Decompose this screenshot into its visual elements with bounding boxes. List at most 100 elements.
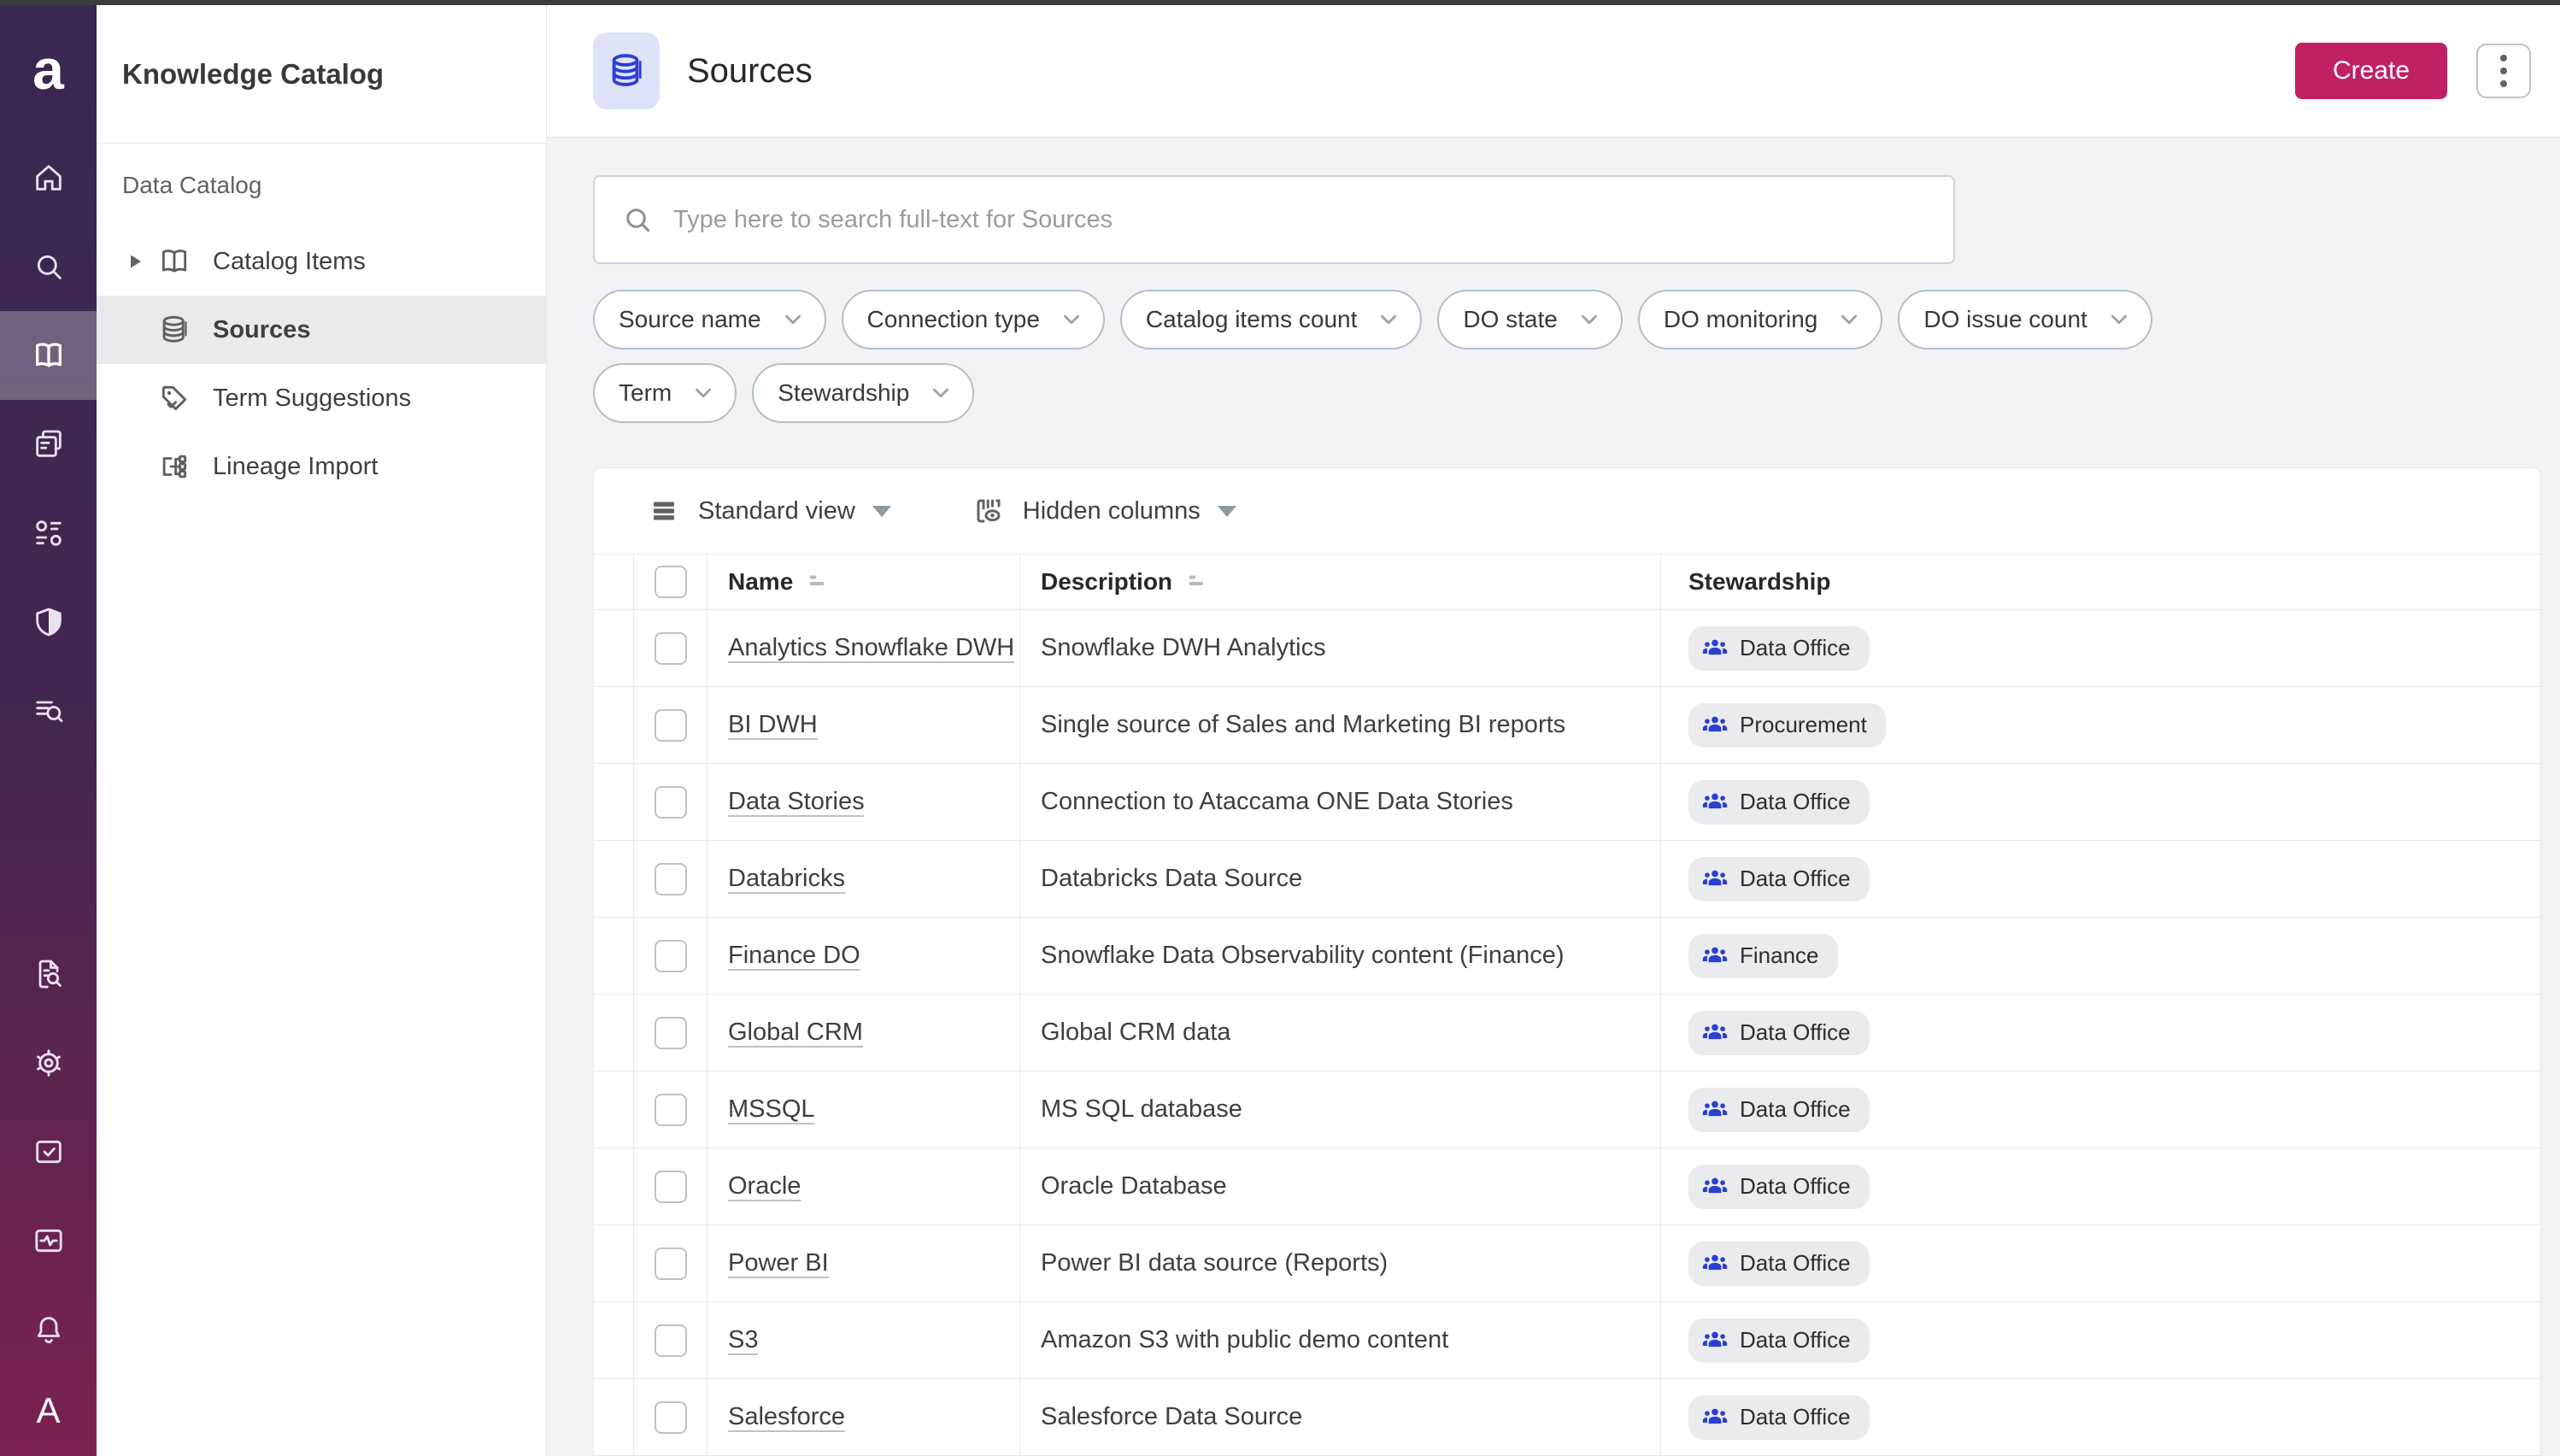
source-name-link[interactable]: S3 — [728, 1326, 758, 1354]
kebab-menu-icon — [2500, 55, 2507, 62]
table-row[interactable]: Analytics Snowflake DWH Snowflake DWH An… — [594, 610, 2540, 687]
chevron-down-icon — [1381, 314, 1397, 325]
table-row[interactable]: Salesforce Salesforce Data Source Data O… — [594, 1379, 2540, 1456]
list-search-icon — [35, 701, 62, 723]
people-group-icon — [1702, 716, 1728, 731]
row-checkbox[interactable] — [654, 862, 687, 895]
table-row[interactable]: Power BI Power BI data source (Reports) … — [594, 1225, 2540, 1302]
rail-notifications[interactable] — [0, 1285, 97, 1374]
hidden-columns-selector[interactable]: Hidden columns — [973, 496, 1236, 526]
stewardship-badge[interactable]: Data Office — [1688, 1087, 1870, 1132]
source-name-link[interactable]: Databricks — [728, 865, 845, 893]
rail-tasks[interactable] — [0, 1107, 97, 1196]
column-header-description[interactable]: Description — [1041, 568, 1172, 596]
rail-knowledge-catalog[interactable] — [0, 311, 97, 400]
view-selector[interactable]: Standard view — [649, 496, 891, 526]
stewardship-badge[interactable]: Data Office — [1688, 1010, 1870, 1055]
rail-governance[interactable] — [0, 578, 97, 666]
table-row[interactable]: MSSQL MS SQL database Data Office — [594, 1071, 2540, 1148]
components-icon — [35, 520, 62, 546]
row-checkbox[interactable] — [654, 631, 687, 665]
stewardship-badge[interactable]: Finance — [1688, 933, 1838, 978]
stewardship-badge[interactable]: Data Office — [1688, 1394, 1870, 1440]
stewardship-badge[interactable]: Procurement — [1688, 702, 1886, 748]
stewardship-badge[interactable]: Data Office — [1688, 856, 1870, 901]
rail-documents[interactable] — [0, 400, 97, 489]
source-name-link[interactable]: Data Stories — [728, 788, 865, 816]
source-description: Global CRM data — [1041, 1019, 1231, 1046]
stewardship-badge[interactable]: Data Office — [1688, 625, 1870, 671]
search-input[interactable] — [673, 205, 1933, 234]
filter-do-state[interactable]: DO state — [1437, 290, 1623, 349]
source-name-link[interactable]: Global CRM — [728, 1019, 863, 1047]
rail-home[interactable] — [0, 133, 97, 222]
stewardship-badge[interactable]: Data Office — [1688, 1318, 1870, 1363]
sort-icon[interactable] — [807, 569, 832, 595]
sidebar-section-label: Data Catalog — [122, 172, 262, 198]
app-logo[interactable]: a — [0, 5, 97, 133]
source-name-link[interactable]: Salesforce — [728, 1403, 845, 1431]
table-row[interactable]: Global CRM Global CRM data Data Office — [594, 995, 2540, 1071]
rail-document-search[interactable] — [0, 930, 97, 1019]
select-all-checkbox[interactable] — [654, 566, 687, 598]
source-name-link[interactable]: Analytics Snowflake DWH — [728, 634, 1014, 662]
stewardship-badge[interactable]: Data Office — [1688, 1241, 1870, 1286]
rail-settings[interactable] — [0, 1019, 97, 1107]
source-name-link[interactable]: Finance DO — [728, 942, 860, 970]
filter-term[interactable]: Term — [593, 363, 737, 423]
row-checkbox[interactable] — [654, 1016, 687, 1049]
source-name-link[interactable]: BI DWH — [728, 711, 818, 739]
document-search-icon — [38, 960, 62, 989]
source-name-link[interactable]: Power BI — [728, 1249, 829, 1277]
row-checkbox[interactable] — [654, 1324, 687, 1357]
filter-source-name[interactable]: Source name — [593, 290, 826, 349]
row-checkbox[interactable] — [654, 785, 687, 819]
page-header: Sources Create — [547, 5, 2560, 138]
row-checkbox[interactable] — [654, 708, 687, 742]
row-checkbox[interactable] — [654, 939, 687, 972]
source-name-link[interactable]: MSSQL — [728, 1095, 815, 1124]
stewardship-badge[interactable]: Data Office — [1688, 1164, 1870, 1209]
table-row[interactable]: Finance DO Snowflake Data Observability … — [594, 918, 2540, 995]
user-avatar[interactable]: A — [36, 1374, 60, 1456]
chevron-down-icon — [1063, 314, 1079, 325]
sort-icon[interactable] — [1186, 569, 1212, 595]
rail-components[interactable] — [0, 489, 97, 578]
filter-catalog-items-count[interactable]: Catalog items count — [1119, 290, 1423, 349]
people-group-icon — [1702, 1024, 1728, 1039]
table-row[interactable]: Data Stories Connection to Ataccama ONE … — [594, 764, 2540, 841]
filter-do-monitoring[interactable]: DO monitoring — [1637, 290, 1883, 349]
table-row[interactable]: Databricks Databricks Data Source Data O… — [594, 841, 2540, 918]
row-checkbox[interactable] — [654, 1400, 687, 1434]
row-checkbox[interactable] — [654, 1170, 687, 1203]
sidebar-item-lineage-import[interactable]: Lineage Import — [97, 432, 546, 501]
sidebar-item-term-suggestions[interactable]: Term Suggestions — [97, 364, 546, 432]
rail-profiling[interactable] — [0, 666, 97, 755]
chevron-down-icon — [1841, 314, 1858, 325]
search-bar — [593, 175, 1955, 264]
source-name-link[interactable]: Oracle — [728, 1172, 801, 1201]
filter-do-issue-count[interactable]: DO issue count — [1898, 290, 2152, 349]
table-row[interactable]: Oracle Oracle Database Data Office — [594, 1148, 2540, 1225]
table-header-row: Name Description Stewardship — [594, 554, 2540, 610]
column-header-stewardship[interactable]: Stewardship — [1688, 568, 1830, 596]
expand-caret-icon[interactable] — [129, 254, 155, 269]
people-group-icon — [1702, 1331, 1728, 1347]
row-checkbox[interactable] — [654, 1093, 687, 1126]
row-checkbox[interactable] — [654, 1247, 687, 1280]
sources-table-card: Standard view Hidden columns Name Descri… — [593, 467, 2541, 1456]
filter-stewardship[interactable]: Stewardship — [752, 363, 975, 423]
rail-monitoring[interactable] — [0, 1196, 97, 1285]
filter-connection-type[interactable]: Connection type — [841, 290, 1105, 349]
rail-search[interactable] — [0, 222, 97, 311]
table-row[interactable]: S3 Amazon S3 with public demo content Da… — [594, 1302, 2540, 1379]
sidebar-item-catalog-items[interactable]: Catalog Items — [97, 227, 546, 296]
create-button[interactable]: Create — [2294, 43, 2447, 99]
sidebar-item-label: Catalog Items — [213, 247, 366, 275]
column-header-name[interactable]: Name — [728, 568, 793, 596]
table-row[interactable]: BI DWH Single source of Sales and Market… — [594, 687, 2540, 764]
sidebar-item-sources[interactable]: Sources — [97, 296, 546, 364]
more-actions-button[interactable] — [2476, 44, 2531, 98]
chevron-down-icon — [784, 314, 801, 325]
stewardship-badge[interactable]: Data Office — [1688, 779, 1870, 825]
